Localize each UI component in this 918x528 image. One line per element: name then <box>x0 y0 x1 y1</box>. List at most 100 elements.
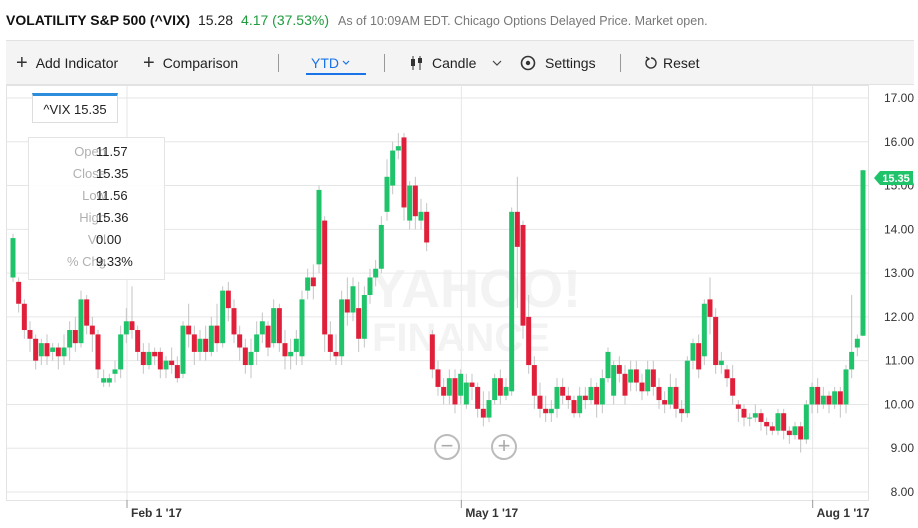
y-tick-label: 17.00 <box>884 91 914 105</box>
candle-body <box>531 365 537 396</box>
toolbar-divider <box>278 54 279 72</box>
candle-body <box>21 303 27 331</box>
as-of-text: As of 10:09AM EDT. Chicago Options Delay… <box>338 14 708 28</box>
candle-body <box>616 365 622 374</box>
candle-body <box>622 373 628 396</box>
add-indicator-label: Add Indicator <box>35 55 119 71</box>
candle-body <box>667 386 673 405</box>
reset-icon <box>645 56 657 69</box>
reset-button[interactable]: Reset <box>644 41 700 85</box>
candle-body <box>310 277 316 287</box>
candle-body <box>469 382 475 387</box>
candle-body <box>480 408 486 418</box>
settings-button[interactable]: Settings <box>519 41 596 85</box>
candle-body <box>764 421 770 427</box>
chevron-down-icon <box>342 60 350 65</box>
candle-body <box>514 211 520 247</box>
candle-body <box>135 330 141 352</box>
candle-body <box>690 343 696 361</box>
candle-body <box>554 386 560 409</box>
candle-body <box>775 413 781 431</box>
y-tick-label: 16.00 <box>884 135 914 149</box>
candle-body <box>701 303 707 357</box>
settings-label: Settings <box>545 55 596 71</box>
candle-body <box>741 408 747 418</box>
candle-body <box>10 238 16 278</box>
comparison-button[interactable]: + Comparison <box>143 41 238 85</box>
candle-body <box>509 211 515 392</box>
candle-body <box>424 211 430 243</box>
zoom-in-button[interactable]: + <box>491 434 517 460</box>
y-tick-label: 13.00 <box>884 266 914 280</box>
candle-body <box>605 351 611 379</box>
candle-body <box>373 268 379 278</box>
zoom-out-button[interactable]: − <box>434 434 460 460</box>
candle-body <box>497 378 503 396</box>
y-tick-label: 14.00 <box>884 222 914 236</box>
add-indicator-button[interactable]: + Add Indicator <box>16 41 118 85</box>
candle-body <box>101 378 107 383</box>
candle-body <box>44 343 50 357</box>
candle-body <box>713 316 719 366</box>
y-tick-label: 9.00 <box>891 441 915 455</box>
candle-body <box>231 308 237 335</box>
y-tick-label: 12.00 <box>884 310 914 324</box>
candle-body <box>446 378 452 396</box>
candle-body <box>798 426 804 440</box>
candle-body <box>384 176 390 212</box>
ohlc-row: High 15.36 <box>29 210 166 232</box>
series-legend-tab[interactable]: ^VIX 15.35 <box>32 93 118 123</box>
y-tick-label: 11.00 <box>885 354 914 368</box>
candle-body <box>265 325 271 348</box>
candle-body <box>242 347 248 366</box>
candle-body <box>786 430 792 436</box>
candle-body <box>38 343 44 357</box>
candle-body <box>407 185 413 221</box>
yahoo-finance-watermark: YAHOO! FINANCE <box>370 259 581 360</box>
candle-body <box>526 316 532 366</box>
candle-body <box>441 386 447 396</box>
plus-icon: + <box>143 52 155 74</box>
symbol-title: VOLATILITY S&P 500 (^VIX) <box>6 12 190 28</box>
candle-body <box>463 382 469 405</box>
candle-body <box>186 325 192 335</box>
reset-label: Reset <box>663 55 700 71</box>
ohlc-row: % Chg 9.33% <box>29 254 166 276</box>
candle-body <box>55 347 61 357</box>
candle-body <box>418 211 424 221</box>
candle-body <box>16 281 22 304</box>
candle-body <box>33 338 39 361</box>
candle-body <box>157 351 163 370</box>
candle-body <box>350 286 356 313</box>
ohlc-value-high: 15.36 <box>96 210 129 225</box>
candle-body <box>503 386 509 396</box>
candle-body <box>163 360 169 370</box>
candle-body <box>50 347 56 352</box>
candle-body <box>599 378 605 405</box>
candle-body <box>815 386 821 405</box>
candle-body <box>560 386 566 396</box>
x-tick-label: Aug 1 '17 <box>817 506 870 520</box>
candle-body <box>520 224 526 326</box>
candle-body <box>458 373 464 396</box>
candle-body <box>78 299 84 344</box>
range-selector[interactable]: YTD <box>311 41 350 85</box>
chart-toolbar: + Add Indicator + Comparison YTD Candle … <box>6 40 914 85</box>
candle-body <box>849 351 855 370</box>
candle-body <box>673 386 679 409</box>
y-tick-label: 8.00 <box>891 485 915 499</box>
candle-body <box>843 369 849 405</box>
candle-body <box>633 369 639 383</box>
plus-icon: + <box>16 52 28 74</box>
toolbar-divider <box>384 54 385 72</box>
candle-body <box>61 347 67 357</box>
candle-body <box>259 321 265 335</box>
candle-body <box>288 351 294 357</box>
candle-body <box>271 308 277 344</box>
candle-body <box>333 351 339 357</box>
candle-body <box>180 325 186 374</box>
candle-body <box>95 334 101 370</box>
candle-body <box>820 395 826 405</box>
chart-type-selector[interactable]: Candle <box>410 41 502 85</box>
candle-body <box>662 400 668 405</box>
